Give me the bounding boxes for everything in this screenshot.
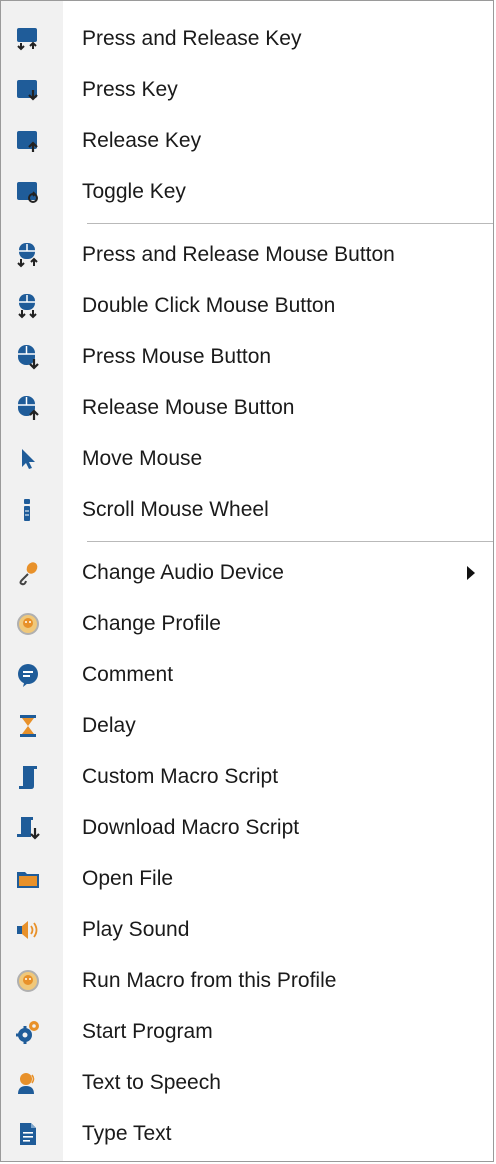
key-release-icon	[15, 128, 41, 154]
script-download-icon	[15, 815, 41, 841]
menu-item-custom-macro-script[interactable]: Custom Macro Script	[1, 752, 493, 803]
menu-item-label: Press Mouse Button	[82, 345, 272, 368]
menu-item-label: Play Sound	[82, 918, 190, 941]
menu-item-label: Text to Speech	[82, 1071, 221, 1094]
folder-icon	[15, 866, 41, 892]
menu-item-label: Start Program	[82, 1020, 213, 1043]
text-to-speech-icon	[15, 1070, 41, 1096]
menu-item-text-to-speech[interactable]: Text to Speech	[1, 1058, 493, 1109]
menu-item-scroll-mouse-wheel[interactable]: Scroll Mouse Wheel	[1, 485, 493, 536]
menu-item-label: Delay	[82, 714, 136, 737]
menu-item-run-macro-from-profile[interactable]: Run Macro from this Profile	[1, 956, 493, 1007]
menu-item-press-key[interactable]: Press Key	[1, 65, 493, 116]
menu-list: Press and Release Key Press Key Release …	[1, 1, 493, 1160]
key-toggle-icon	[15, 179, 41, 205]
mouse-double-click-icon	[15, 293, 41, 319]
menu-item-download-macro-script[interactable]: Download Macro Script	[1, 803, 493, 854]
run-macro-icon	[15, 968, 41, 994]
menu-separator	[1, 218, 493, 230]
menu-item-press-release-key[interactable]: Press and Release Key	[1, 14, 493, 65]
menu-separator	[1, 536, 493, 548]
submenu-arrow-icon	[467, 566, 475, 580]
menu-item-label: Download Macro Script	[82, 816, 300, 839]
menu-item-label: Change Profile	[82, 612, 221, 635]
menu-item-comment[interactable]: Comment	[1, 650, 493, 701]
menu-item-open-file[interactable]: Open File	[1, 854, 493, 905]
script-icon	[15, 764, 41, 790]
menu-item-change-audio-device[interactable]: Change Audio Device	[1, 548, 493, 599]
menu-item-release-key[interactable]: Release Key	[1, 116, 493, 167]
menu-item-double-click-mouse[interactable]: Double Click Mouse Button	[1, 281, 493, 332]
key-press-release-icon	[15, 26, 41, 52]
comment-icon	[15, 662, 41, 688]
menu-item-label: Custom Macro Script	[82, 765, 279, 788]
menu-item-label: Move Mouse	[82, 447, 203, 470]
menu-item-move-mouse[interactable]: Move Mouse	[1, 434, 493, 485]
menu-item-press-release-mouse[interactable]: Press and Release Mouse Button	[1, 230, 493, 281]
menu-item-label: Change Audio Device	[82, 561, 284, 584]
menu-item-label: Type Text	[82, 1122, 172, 1145]
document-icon	[15, 1121, 41, 1147]
menu-item-delay[interactable]: Delay	[1, 701, 493, 752]
profile-icon	[15, 611, 41, 637]
mouse-release-icon	[15, 395, 41, 421]
menu-item-label: Scroll Mouse Wheel	[82, 498, 269, 521]
menu-item-label: Comment	[82, 663, 174, 686]
menu-item-change-profile[interactable]: Change Profile	[1, 599, 493, 650]
menu-item-start-program[interactable]: Start Program	[1, 1007, 493, 1058]
menu-item-label: Toggle Key	[82, 180, 186, 203]
microphone-icon	[15, 560, 41, 586]
menu-item-label: Release Mouse Button	[82, 396, 295, 419]
menu-item-type-text[interactable]: Type Text	[1, 1109, 493, 1160]
context-menu: Press and Release Key Press Key Release …	[0, 0, 494, 1162]
menu-item-label: Run Macro from this Profile	[82, 969, 337, 992]
menu-item-press-mouse[interactable]: Press Mouse Button	[1, 332, 493, 383]
mouse-press-icon	[15, 344, 41, 370]
menu-item-label: Open File	[82, 867, 174, 890]
menu-item-label: Double Click Mouse Button	[82, 294, 336, 317]
mouse-press-release-icon	[15, 242, 41, 268]
menu-item-label: Press and Release Mouse Button	[82, 243, 395, 266]
key-press-icon	[15, 77, 41, 103]
menu-item-release-mouse[interactable]: Release Mouse Button	[1, 383, 493, 434]
menu-item-label: Release Key	[82, 129, 202, 152]
speaker-icon	[15, 917, 41, 943]
mouse-pointer-icon	[15, 446, 41, 472]
menu-item-label: Press Key	[82, 78, 178, 101]
scroll-wheel-icon	[15, 497, 41, 523]
hourglass-icon	[15, 713, 41, 739]
gears-icon	[15, 1019, 41, 1045]
menu-item-label: Press and Release Key	[82, 27, 302, 50]
menu-item-play-sound[interactable]: Play Sound	[1, 905, 493, 956]
menu-item-toggle-key[interactable]: Toggle Key	[1, 167, 493, 218]
